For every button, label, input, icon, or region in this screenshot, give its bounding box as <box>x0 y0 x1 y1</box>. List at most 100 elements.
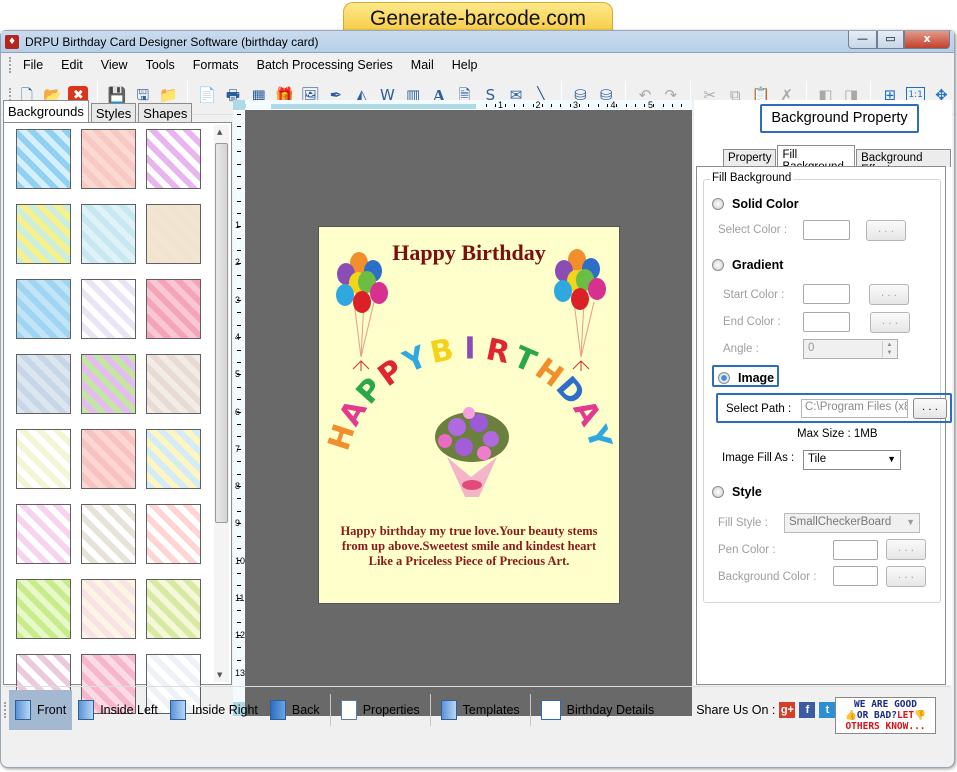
page-inside-left-button[interactable]: Inside Left <box>72 690 164 730</box>
background-thumbnail-happy-birthday-text[interactable] <box>16 429 71 489</box>
menu-tools[interactable]: Tools <box>137 58 184 72</box>
ruler-tick <box>237 622 241 624</box>
background-thumbnail-blue-balloons[interactable] <box>146 429 201 489</box>
tab-shapes[interactable]: Shapes <box>138 103 193 122</box>
ruler-tick <box>237 324 241 326</box>
start-color-swatch[interactable] <box>803 284 850 304</box>
background-color-browse-button[interactable]: . . . <box>886 566 926 587</box>
spinner-arrows-icon[interactable]: ▲ ▼ <box>882 341 896 357</box>
background-thumbnail-heart-outlines[interactable] <box>16 504 71 564</box>
ruler-tick <box>237 411 241 413</box>
background-thumbnail-bird-balloons[interactable] <box>146 204 201 264</box>
background-thumbnail-bubbles[interactable] <box>16 354 71 414</box>
ruler-tick <box>237 585 241 587</box>
background-thumbnail-wedding-cakes[interactable] <box>81 579 136 639</box>
background-thumbnail-stars-blue[interactable] <box>16 279 71 339</box>
app-icon: ♦ <box>5 34 19 49</box>
minimize-button[interactable]: — <box>848 31 877 49</box>
balloons-left[interactable] <box>336 252 388 371</box>
ruler-tick <box>237 238 241 239</box>
style-radio[interactable]: Style <box>712 485 762 499</box>
templates-button[interactable]: Templates <box>435 690 526 730</box>
start-color-browse-button[interactable]: . . . <box>869 284 909 305</box>
page-inside-right-button[interactable]: Inside Right <box>164 690 264 730</box>
flower-bouquet[interactable] <box>435 407 509 497</box>
image-fill-as-dropdown[interactable]: Tile ▼ <box>803 450 901 470</box>
menu-view[interactable]: View <box>92 58 137 72</box>
image-path-browse-button[interactable]: . . . <box>913 398 947 419</box>
ruler-tick <box>672 104 673 107</box>
background-thumbnail-sky-clouds[interactable] <box>16 129 71 189</box>
ruler-tick <box>237 560 241 562</box>
birthday-card[interactable]: Happy Birthday H A P P Y B I R T H D A Y… <box>318 226 620 604</box>
background-color-swatch[interactable] <box>833 566 878 586</box>
close-button[interactable]: x <box>904 31 950 49</box>
end-color-browse-button[interactable]: . . . <box>870 312 910 333</box>
ruler-tick <box>653 104 655 107</box>
end-color-swatch[interactable] <box>803 312 850 332</box>
menu-formats[interactable]: Formats <box>184 58 248 72</box>
tab-backgrounds[interactable]: Backgrounds <box>3 100 89 122</box>
menu-file[interactable]: File <box>14 58 52 72</box>
tab-fill-background[interactable]: Fill Background <box>777 145 856 173</box>
solid-color-browse-button[interactable]: . . . <box>866 220 906 241</box>
tab-property[interactable]: Property <box>723 149 777 167</box>
scroll-up-icon[interactable]: ▲ <box>217 128 222 136</box>
gradient-radio[interactable]: Gradient <box>712 258 783 272</box>
background-thumbnail-balloons-white[interactable] <box>81 279 136 339</box>
background-thumbnail-garden-confetti[interactable] <box>146 579 201 639</box>
google-plus-icon[interactable]: g+ <box>779 701 796 718</box>
background-thumbnail-care-bears[interactable] <box>81 204 136 264</box>
background-thumbnail-green-stripes[interactable] <box>16 579 71 639</box>
gallery-scrollbar[interactable]: ▲ ▼ <box>214 125 229 682</box>
background-thumbnail-pink-cake[interactable] <box>146 279 201 339</box>
bottom-grip[interactable] <box>4 701 7 718</box>
background-thumbnail-rainbow-pastel[interactable] <box>81 354 136 414</box>
background-thumbnail-pink-stripes-hearts[interactable] <box>81 429 136 489</box>
menu-edit[interactable]: Edit <box>52 58 92 72</box>
menu-mail[interactable]: Mail <box>402 58 443 72</box>
fill-style-dropdown[interactable]: SmallCheckerBoard ▼ <box>784 513 920 533</box>
image-path-input[interactable]: C:\Program Files (x86) <box>801 399 908 418</box>
ruler-tick <box>237 287 241 289</box>
image-radio[interactable]: Image <box>718 371 774 385</box>
birthday-details-button[interactable]: Birthday Details <box>535 690 661 730</box>
twitter-icon[interactable]: t <box>819 701 836 718</box>
tab-styles[interactable]: Styles <box>90 103 137 122</box>
feedback-button[interactable]: WE ARE GOOD 👍OR BAD?LET👎 OTHERS KNOW... <box>835 697 936 734</box>
background-thumbnail-beige-teddy[interactable] <box>146 354 201 414</box>
design-canvas[interactable]: Happy Birthday H A P P Y B I R T H D A Y… <box>245 110 692 716</box>
radio-indicator-selected <box>718 372 730 384</box>
feedback-line: 👍OR BAD?LET👎 <box>836 710 935 721</box>
menu-grip[interactable] <box>9 57 12 73</box>
page-front-button[interactable]: Front <box>9 689 73 730</box>
background-thumbnail-pink-hearts[interactable] <box>81 129 136 189</box>
properties-button[interactable]: Properties <box>335 690 426 730</box>
scrollbar-thumb[interactable] <box>215 143 228 523</box>
pen-color-label: Pen Color : <box>718 544 776 556</box>
pen-color-swatch[interactable] <box>833 540 878 560</box>
menu-batch-processing[interactable]: Batch Processing Series <box>248 58 402 72</box>
solid-color-radio[interactable]: Solid Color <box>712 197 799 211</box>
end-color-label: End Color : <box>723 316 781 328</box>
solid-color-swatch[interactable] <box>803 220 850 240</box>
background-thumbnail-balloon-bunches[interactable] <box>81 504 136 564</box>
maximize-button[interactable]: ▭ <box>877 31 904 49</box>
menu-help[interactable]: Help <box>443 58 487 72</box>
facebook-icon[interactable]: f <box>799 701 816 718</box>
background-thumbnail-red-hearts[interactable] <box>146 504 201 564</box>
background-thumbnail-colorful-butterflies[interactable] <box>146 129 201 189</box>
ruler-tick <box>237 300 241 301</box>
ruler-tick <box>237 200 241 202</box>
card-message[interactable]: Happy birthday my true love.Your beauty … <box>319 524 619 569</box>
tab-background-effects[interactable]: Background Effects <box>856 149 951 176</box>
scroll-down-icon[interactable]: ▼ <box>217 671 222 679</box>
feedback-line: WE ARE GOOD <box>854 699 917 710</box>
background-thumbnail-daisies[interactable] <box>16 204 71 264</box>
page-back-button[interactable]: Back <box>264 690 326 730</box>
ruler-tick <box>237 461 241 463</box>
balloons-right[interactable] <box>554 249 606 371</box>
pen-color-browse-button[interactable]: . . . <box>886 539 926 560</box>
ruler-tick <box>237 572 241 574</box>
angle-spinner[interactable]: 0 ▲ ▼ <box>803 339 898 359</box>
